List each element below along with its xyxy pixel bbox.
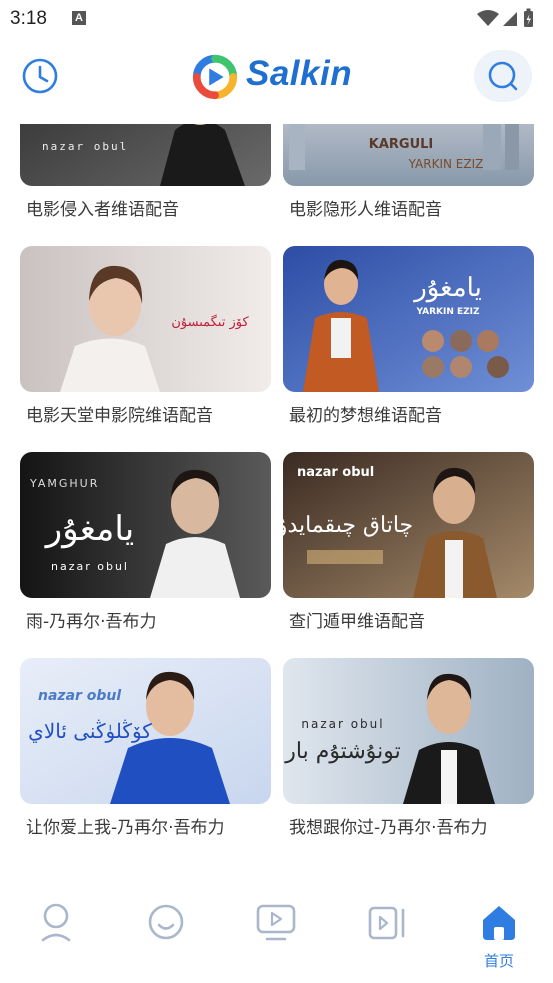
video-title: 电影侵入者维语配音	[26, 200, 179, 220]
video-thumbnail[interactable]: YAMGHUR يامغۇر nazar obul	[20, 452, 271, 598]
poster-image: كۆز تىگمىسۇن	[20, 246, 271, 392]
svg-text:چاتاق چىقمايدۇ: چاتاق چىقمايدۇ	[283, 513, 413, 538]
thumb-text: YAMGHUR	[29, 477, 99, 490]
smile-icon	[148, 904, 184, 940]
thumb-text: KARGULI	[369, 137, 434, 152]
video-title: 查门遁甲维语配音	[289, 612, 425, 632]
video-title: 电影天堂申影院维语配音	[26, 406, 213, 426]
home-icon	[483, 906, 515, 940]
nav-profile[interactable]	[31, 900, 81, 960]
nav-play[interactable]	[251, 900, 301, 960]
svg-text:يامغۇر: يامغۇر	[44, 509, 134, 549]
poster-image: nazar obul چاتاق چىقمايدۇ	[283, 452, 534, 598]
history-button[interactable]	[21, 57, 59, 95]
signal-battery-icons	[477, 8, 533, 27]
bottom-nav: 首页	[0, 870, 553, 983]
video-card[interactable]: كۆز تىگمىسۇن 电影天堂申影院维语配音	[20, 246, 271, 426]
poster-image: YAMGHUR يامغۇر nazar obul	[20, 452, 271, 598]
video-thumbnail[interactable]: كۆز تىگمىسۇن	[20, 246, 271, 392]
notification-icon: A	[72, 11, 86, 25]
thumb-text: nazar obul	[42, 140, 128, 153]
thumb-text: nazar obul	[38, 688, 121, 704]
svg-text:تونۇشتۇم بار: تونۇشتۇم بار	[284, 739, 400, 764]
svg-text:يامغۇر: يامغۇر	[412, 273, 482, 303]
salkin-logo-icon	[192, 54, 238, 100]
video-title: 雨-乃再尔·吾布力	[26, 612, 157, 632]
search-button[interactable]	[474, 50, 532, 102]
poster-image: nazar obul كۆڭلۈڭنى ئالاي	[20, 658, 271, 804]
status-time: 3:18	[10, 8, 47, 29]
nav-label-home: 首页	[483, 952, 514, 970]
video-thumbnail[interactable]: nazar obul تونۇشتۇم بار	[283, 658, 534, 804]
video-card[interactable]: nazar obul كۆڭلۈڭنى ئالاي 让你爱上我-乃再尔·吾布力	[20, 658, 271, 838]
video-title: 让你爱上我-乃再尔·吾布力	[26, 818, 225, 838]
app-header: Salkin	[0, 36, 553, 124]
clock-icon	[22, 58, 58, 94]
video-title: 我想跟你过-乃再尔·吾布力	[289, 818, 488, 838]
video-card[interactable]: nazar obul تونۇشتۇم بار 我想跟你过-乃再尔·吾布力	[283, 658, 534, 838]
video-thumbnail[interactable]: KARGULI YARKIN EZIZ	[283, 124, 534, 186]
video-card[interactable]: nazar obul 电影侵入者维语配音	[20, 124, 271, 220]
svg-text:كۆڭلۈڭنى ئالاي: كۆڭلۈڭنى ئالاي	[28, 719, 152, 743]
thumb-subtext: YARKIN EZIZ	[408, 157, 484, 171]
svg-text:كۆز تىگمىسۇن: كۆز تىگمىسۇن	[171, 314, 249, 330]
thumb-text: YARKIN EZIZ	[415, 307, 480, 317]
video-title: 电影隐形人维语配音	[289, 200, 442, 220]
poster-image: KARGULI YARKIN EZIZ	[283, 124, 534, 186]
thumb-text: nazar obul	[301, 717, 384, 731]
search-icon	[488, 61, 518, 91]
poster-image: nazar obul	[20, 124, 271, 186]
nav-video[interactable]	[361, 900, 411, 960]
thumb-subtext: nazar obul	[51, 560, 129, 573]
video-icon	[368, 906, 405, 940]
video-list[interactable]: nazar obul 电影侵入者维语配音 KARGULI YARKIN EZIZ…	[0, 124, 553, 870]
nav-home[interactable]: 首页	[474, 900, 524, 970]
video-thumbnail[interactable]: nazar obul كۆڭلۈڭنى ئالاي	[20, 658, 271, 804]
video-card[interactable]: YAMGHUR يامغۇر nazar obul 雨-乃再尔·吾布力	[20, 452, 271, 632]
video-card[interactable]: nazar obul چاتاق چىقمايدۇ 查门遁甲维语配音	[283, 452, 534, 632]
nav-discover[interactable]	[141, 900, 191, 960]
play-screen-icon	[256, 904, 296, 941]
video-title: 最初的梦想维语配音	[289, 406, 442, 426]
thumb-text: nazar obul	[297, 465, 374, 480]
video-card[interactable]: KARGULI YARKIN EZIZ 电影隐形人维语配音	[283, 124, 534, 220]
app-name: Salkin	[246, 54, 353, 93]
poster-image: nazar obul تونۇشتۇم بار	[283, 658, 534, 804]
status-bar: 3:18 A	[0, 0, 553, 36]
video-thumbnail[interactable]: nazar obul	[20, 124, 271, 186]
poster-image: يامغۇر YARKIN EZIZ	[283, 246, 534, 392]
video-thumbnail[interactable]: يامغۇر YARKIN EZIZ	[283, 246, 534, 392]
video-thumbnail[interactable]: nazar obul چاتاق چىقمايدۇ	[283, 452, 534, 598]
profile-icon	[41, 903, 71, 942]
video-card[interactable]: يامغۇر YARKIN EZIZ 最初的梦想维语配音	[283, 246, 534, 426]
